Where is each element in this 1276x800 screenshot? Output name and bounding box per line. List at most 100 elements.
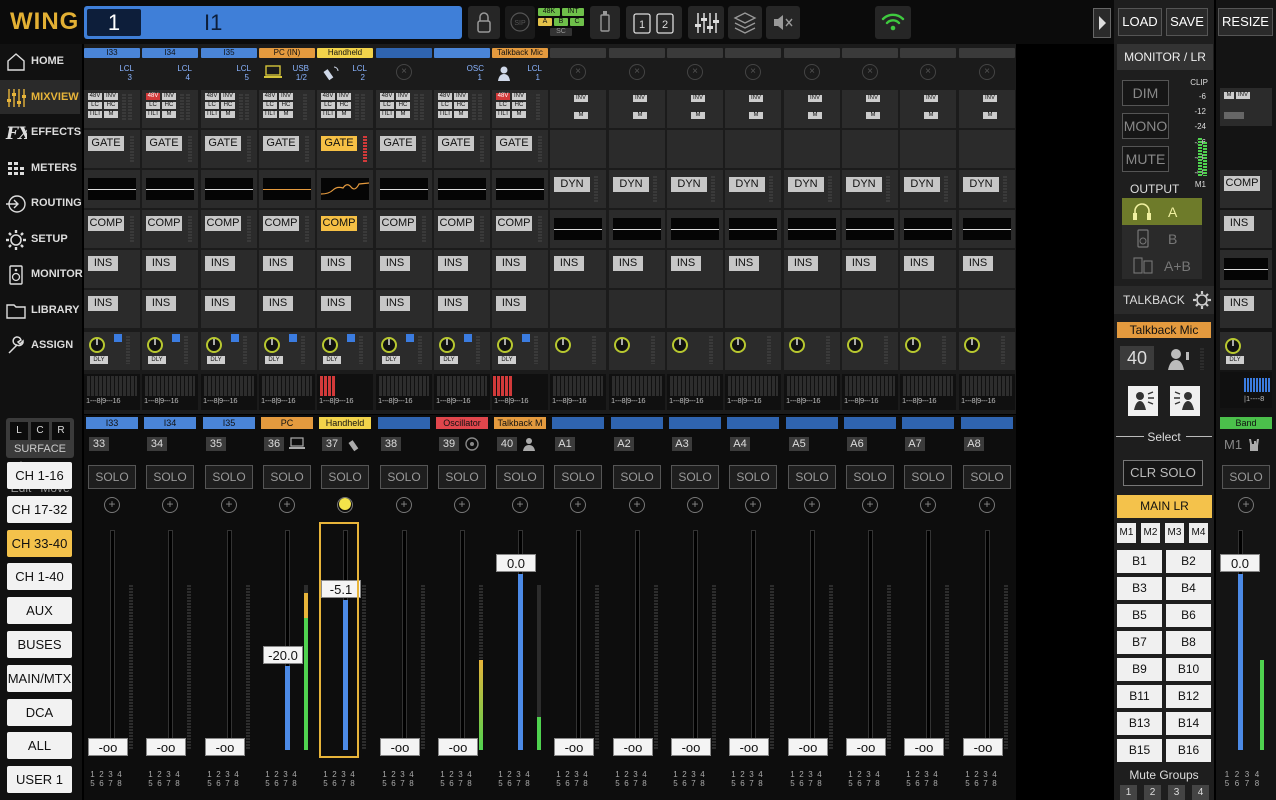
eq-curve[interactable] [88,178,136,200]
group-number[interactable]: 2 [389,770,398,779]
comp-button[interactable]: COMP [380,216,416,231]
group-number[interactable]: 7 [981,779,990,788]
group-number[interactable]: 6 [855,779,864,788]
lc-chip[interactable]: LC [380,102,394,109]
group-number[interactable]: 3 [922,770,931,779]
group-number[interactable]: 2 [855,770,864,779]
lc-chip[interactable]: LC [205,102,219,109]
group-number[interactable]: 5 [1222,779,1232,788]
group-number[interactable]: 5 [846,779,855,788]
comp-button[interactable]: COMP [146,216,182,231]
m-chip[interactable]: M [512,111,526,118]
strip-source[interactable]: × [725,58,781,86]
mono-button[interactable]: MONO [1122,113,1169,139]
insert-button[interactable]: INS [496,256,526,271]
bus-button[interactable]: B4 [1166,577,1211,600]
bus-button[interactable]: B8 [1166,631,1211,654]
talkback-header[interactable]: TALKBACK [1114,286,1214,314]
group-number[interactable]: 6 [272,779,281,788]
band-gain-knob-icon[interactable] [1224,337,1242,355]
group-number[interactable]: 5 [88,779,97,788]
eq-curve[interactable] [788,218,836,240]
group-number[interactable]: 4 [698,770,707,779]
strip-name-header[interactable] [667,48,723,58]
band-comp-button[interactable]: COMP [1224,176,1260,191]
insert-button[interactable]: INS [146,256,176,271]
group-number[interactable]: 7 [864,779,873,788]
strip-source[interactable]: × [609,58,665,86]
group-number[interactable]: 1 [846,770,855,779]
dyn-button[interactable]: DYN [963,177,999,192]
strip-source[interactable]: × [842,58,898,86]
strip-source[interactable]: LCL 5 [201,58,257,86]
fader-value[interactable]: -oo [380,738,420,756]
talkback-source[interactable]: Talkback Mic [1117,322,1211,338]
eq-curve[interactable] [380,178,428,200]
fader-value[interactable]: -oo [146,738,186,756]
group-number[interactable]: 2 [913,770,922,779]
bus-button[interactable]: B14 [1166,712,1211,735]
group-number[interactable]: 7 [572,779,581,788]
add-icon[interactable]: + [162,497,178,513]
eq-curve[interactable] [438,178,486,200]
group-number[interactable]: 2 [505,770,514,779]
comp-button[interactable]: COMP [496,216,532,231]
dyn-button[interactable]: DYN [846,177,882,192]
group-number[interactable]: 6 [330,779,339,788]
eq-curve[interactable] [671,218,719,240]
fader-name-header[interactable]: I33 [86,417,138,429]
layer-button[interactable]: BUSES [7,631,72,658]
nav-assign[interactable]: ASSIGN [0,328,80,362]
group-number[interactable]: 4 [640,770,649,779]
group-number[interactable]: 4 [931,770,940,779]
m-chip[interactable]: M [691,112,705,119]
group-number[interactable]: 6 [913,779,922,788]
fader-name-header[interactable]: Handheld [319,417,371,429]
p48-chip[interactable]: 48V [263,93,277,100]
add-icon[interactable]: + [745,497,761,513]
surface-l-button[interactable]: L [10,422,28,440]
group-number[interactable]: 7 [689,779,698,788]
inv-chip[interactable]: INV [512,93,526,100]
fader-track[interactable] [868,530,873,750]
bus-button[interactable]: B6 [1166,604,1211,627]
gear-icon[interactable] [1192,290,1212,310]
m-chip[interactable]: M [221,111,235,118]
add-icon[interactable]: + [396,497,412,513]
group-number[interactable]: 7 [164,779,173,788]
eq-curve[interactable] [846,218,894,240]
group-number[interactable]: 3 [1242,770,1252,779]
fader-track[interactable] [985,530,990,750]
group-number[interactable]: 4 [407,770,416,779]
inv-chip[interactable]: INV [396,93,410,100]
group-number[interactable]: 1 [438,770,447,779]
selected-channel-display[interactable]: 1 I1 [84,6,462,39]
m-chip[interactable]: M [162,111,176,118]
strip-source[interactable]: LCL 4 [142,58,198,86]
group-number[interactable]: 1 [496,770,505,779]
group-number[interactable]: 2 [155,770,164,779]
mute-group-button[interactable]: 3 [1168,785,1185,800]
m-chip[interactable]: M [279,111,293,118]
inv-chip[interactable]: INV [866,95,880,102]
fader-name-header[interactable] [378,417,430,429]
strip-source[interactable]: × [550,58,606,86]
dyn-button[interactable]: DYN [904,177,940,192]
nav-routing[interactable]: ROUTING [0,186,82,220]
bus-button[interactable]: B9 [1117,658,1162,681]
group-number[interactable]: 2 [97,770,106,779]
bus-button[interactable]: B15 [1117,739,1162,762]
fader-track[interactable] [693,530,698,750]
delay-chip[interactable]: DLY [90,356,108,364]
group-number[interactable]: 5 [729,779,738,788]
eq-curve[interactable] [613,218,661,240]
fader-name-header[interactable] [727,417,779,429]
nav-monitor[interactable]: MONITOR [0,257,83,291]
group-number[interactable]: 5 [963,779,972,788]
mixer-view-button[interactable] [688,6,724,39]
lc-chip[interactable]: LC [88,102,102,109]
group-number[interactable]: 8 [348,779,357,788]
group-number[interactable]: 3 [747,770,756,779]
band-add-icon[interactable]: + [1238,497,1254,513]
solo-button[interactable]: SOLO [263,465,311,489]
